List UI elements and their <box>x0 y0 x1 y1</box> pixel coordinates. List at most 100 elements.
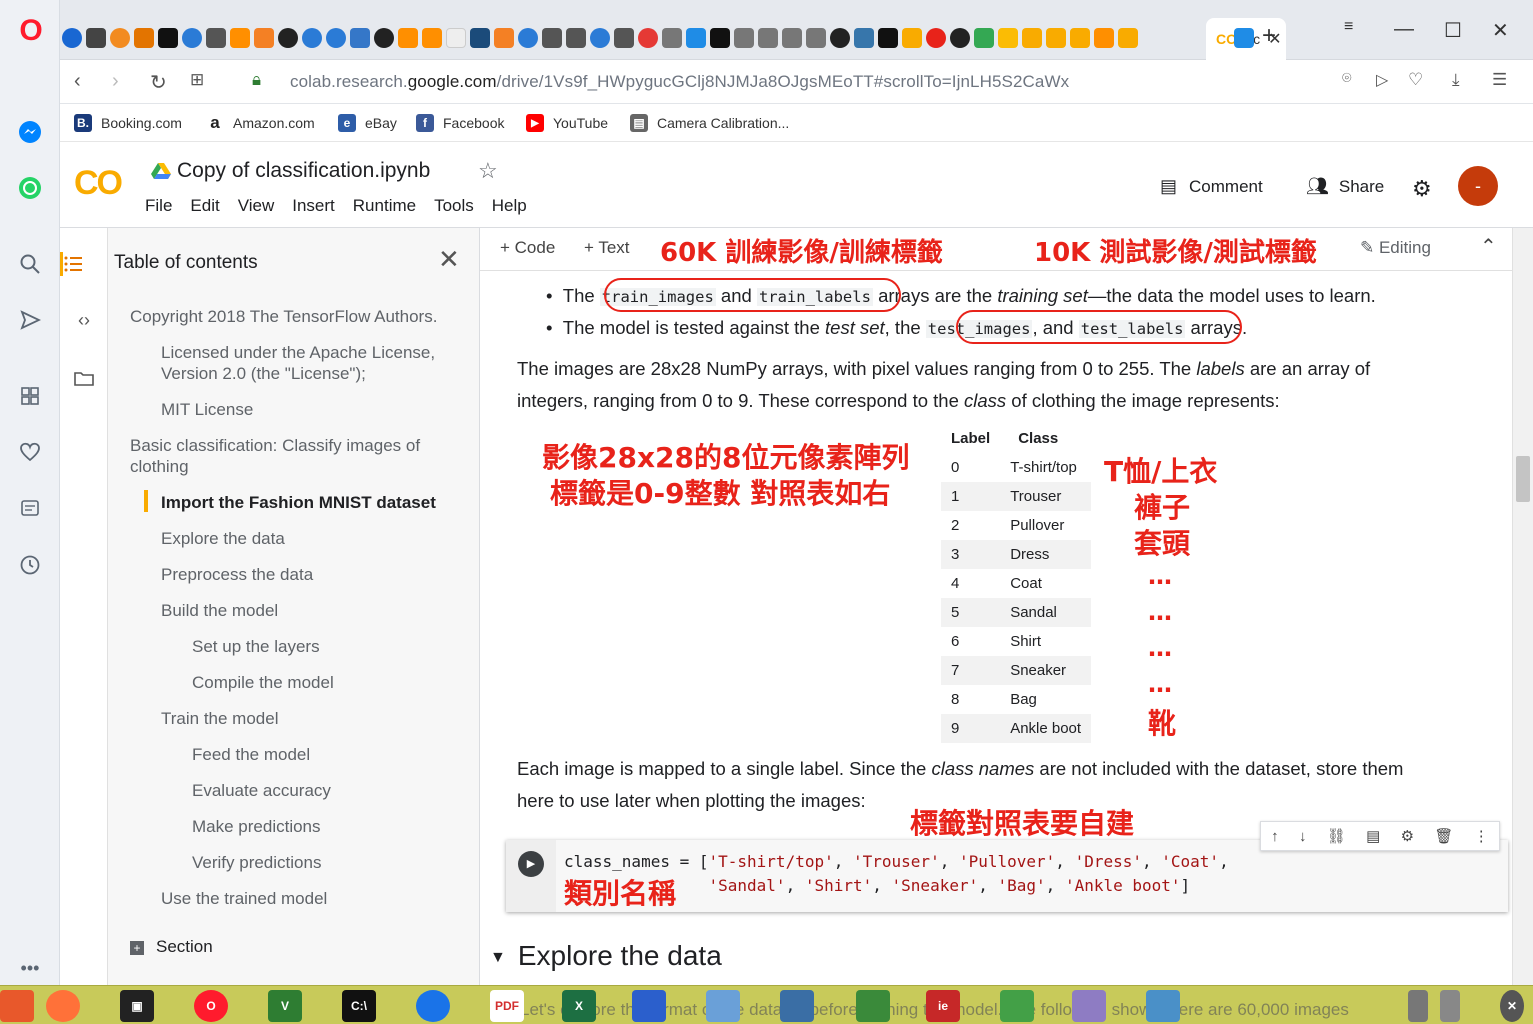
tab-favicon-icon[interactable] <box>542 28 562 48</box>
bookmark-booking[interactable]: B. Booking.com <box>74 114 182 132</box>
colab-logo[interactable]: CO <box>74 164 123 203</box>
delete-trash-icon[interactable]: 🗑︎ <box>1434 827 1453 845</box>
photos-icon[interactable] <box>1146 990 1180 1022</box>
tab-favicon-icon[interactable] <box>446 28 466 48</box>
tab-favicon-icon[interactable] <box>230 28 250 48</box>
tab-favicon-icon[interactable] <box>134 28 154 48</box>
tab-favicon-icon[interactable] <box>86 28 106 48</box>
bookmark-youtube[interactable]: ▶ YouTube <box>526 114 608 132</box>
tab-favicon-icon[interactable] <box>1070 28 1090 48</box>
menu-help[interactable]: Help <box>492 196 527 216</box>
menu-runtime[interactable]: Runtime <box>353 196 416 216</box>
scrollbar-thumb[interactable] <box>1516 456 1530 502</box>
camera-icon[interactable]: ⌾ <box>1342 70 1352 88</box>
menu-view[interactable]: View <box>238 196 275 216</box>
share-button[interactable]: 👥︎ Share <box>1306 176 1384 197</box>
tab-favicon-icon[interactable] <box>1118 28 1138 48</box>
tab-favicon-icon[interactable] <box>686 28 706 48</box>
tab-favicon-icon[interactable] <box>350 28 370 48</box>
tab-favicon-icon[interactable] <box>518 28 538 48</box>
bookmark-camera-calibration[interactable]: ▤ Camera Calibration... <box>630 114 789 132</box>
tab-favicon-icon[interactable] <box>1234 28 1254 48</box>
collapse-chevron-up-icon[interactable]: ⌃ <box>1480 234 1497 259</box>
minimize-button[interactable]: — <box>1394 18 1414 41</box>
tab-favicon-icon[interactable] <box>566 28 586 48</box>
toc-item[interactable]: Set up the layers <box>192 636 320 657</box>
tab-favicon-icon[interactable] <box>182 28 202 48</box>
tab-favicon-icon[interactable] <box>974 28 994 48</box>
toc-item[interactable]: Feed the model <box>192 744 310 765</box>
speed-dial-icon[interactable] <box>14 380 46 412</box>
paint-icon[interactable] <box>1072 990 1106 1022</box>
cell-settings-gear-icon[interactable]: ⚙ <box>1401 827 1414 845</box>
tab-favicon-icon[interactable] <box>158 28 178 48</box>
menu-edit[interactable]: Edit <box>190 196 219 216</box>
terminal-app-icon[interactable]: ▣ <box>120 990 154 1022</box>
link-icon[interactable]: ⛓︎ <box>1327 827 1346 845</box>
add-text-button[interactable]: + Text <box>584 238 630 258</box>
tab-favicon-icon[interactable] <box>614 28 634 48</box>
add-section-button[interactable]: + Section <box>130 936 213 957</box>
menu-insert[interactable]: Insert <box>292 196 335 216</box>
maximize-button[interactable]: ☐ <box>1444 18 1462 43</box>
tab-favicon-icon[interactable] <box>950 28 970 48</box>
new-tab-button[interactable]: + <box>1262 22 1276 50</box>
tabs-grid-icon[interactable]: ⊞ <box>190 70 204 90</box>
code-snippets-icon[interactable]: ‹› <box>72 308 96 332</box>
tab-favicon-icon[interactable] <box>422 28 442 48</box>
heart-icon[interactable] <box>14 436 46 468</box>
firefox-icon[interactable] <box>46 990 80 1022</box>
tray-icon[interactable] <box>1440 990 1460 1022</box>
notepad-icon[interactable] <box>706 990 740 1022</box>
tab-favicon-icon[interactable] <box>830 28 850 48</box>
tab-favicon-icon[interactable] <box>1094 28 1114 48</box>
taskbar-app-icon[interactable] <box>0 990 34 1022</box>
cmd-icon[interactable]: C:\ <box>342 990 376 1022</box>
forward-icon[interactable]: › <box>112 70 119 93</box>
tab-favicon-icon[interactable] <box>110 28 130 48</box>
tab-favicon-icon[interactable] <box>1022 28 1042 48</box>
excel-icon[interactable]: X <box>562 990 596 1022</box>
whatsapp-icon[interactable] <box>14 172 46 204</box>
toc-item[interactable]: Copyright 2018 The TensorFlow Authors. <box>130 306 437 327</box>
notebook-title[interactable]: Copy of classification.ipynb <box>177 159 430 183</box>
tab-favicon-icon[interactable] <box>206 28 226 48</box>
vim-icon[interactable]: V <box>268 990 302 1022</box>
tab-favicon-icon[interactable] <box>470 28 490 48</box>
tab-favicon-icon[interactable] <box>710 28 730 48</box>
toc-item[interactable]: Explore the data <box>161 528 285 549</box>
reload-icon[interactable]: ↻ <box>150 70 167 95</box>
tab-favicon-icon[interactable] <box>590 28 610 48</box>
toc-item[interactable]: clothing <box>130 456 189 477</box>
tab-favicon-icon[interactable] <box>494 28 514 48</box>
tab-favicon-icon[interactable] <box>254 28 274 48</box>
close-window-button[interactable]: ✕ <box>1492 18 1509 43</box>
tab-favicon-icon[interactable] <box>398 28 418 48</box>
search-icon[interactable] <box>14 248 46 280</box>
messenger-icon[interactable] <box>14 116 46 148</box>
add-code-button[interactable]: + Code <box>500 238 555 258</box>
tab-favicon-icon[interactable] <box>662 28 682 48</box>
tab-favicon-icon[interactable] <box>278 28 298 48</box>
toc-item[interactable]: Use the trained model <box>161 888 327 909</box>
tab-favicon-icon[interactable] <box>302 28 322 48</box>
bookmark-facebook[interactable]: f Facebook <box>416 114 504 132</box>
star-icon[interactable]: ☆ <box>478 158 498 184</box>
toc-item-active[interactable]: Import the Fashion MNIST dataset <box>161 492 436 513</box>
tab-favicon-icon[interactable] <box>998 28 1018 48</box>
toc-item[interactable]: Compile the model <box>192 672 334 693</box>
move-up-arrow-icon[interactable]: ↑ <box>1271 828 1279 845</box>
android-studio-icon[interactable] <box>1000 990 1034 1022</box>
run-cell-play-icon[interactable]: ▶ <box>518 851 544 877</box>
tab-favicon-icon[interactable] <box>758 28 778 48</box>
more-vert-icon[interactable]: ⋮ <box>1474 827 1489 845</box>
scrollbar[interactable] <box>1512 228 1533 985</box>
bookmark-amazon[interactable]: a Amazon.com <box>206 113 314 132</box>
toc-item[interactable]: Evaluate accuracy <box>192 780 331 801</box>
tab-menu-icon[interactable]: ≡ <box>1344 18 1353 36</box>
avatar[interactable]: - <box>1458 166 1498 206</box>
toc-item[interactable]: Make predictions <box>192 816 321 837</box>
toc-item[interactable]: Licensed under the Apache License, <box>161 342 435 363</box>
back-icon[interactable]: ‹ <box>74 70 81 93</box>
tab-favicon-icon[interactable] <box>62 28 82 48</box>
